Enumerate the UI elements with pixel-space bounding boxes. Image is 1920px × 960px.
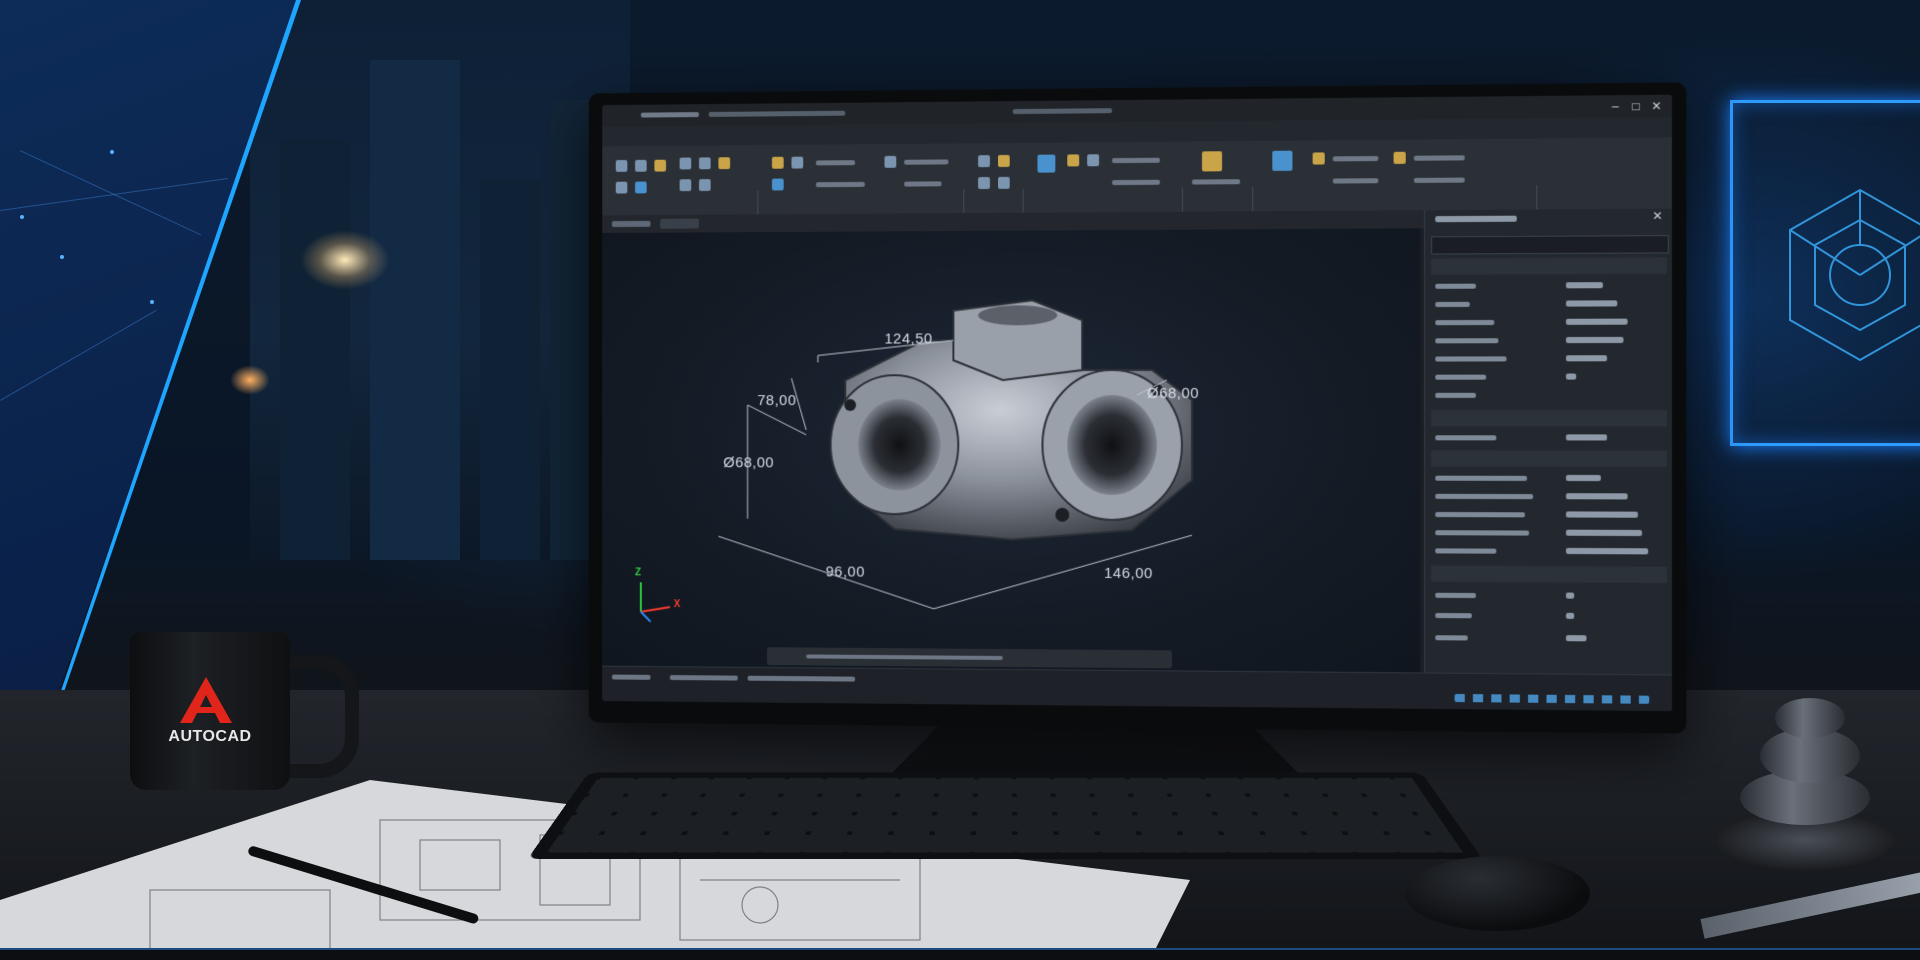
properties-palette: ✕: [1424, 208, 1672, 675]
mouse: [1405, 856, 1590, 931]
x-axis-label: X: [673, 599, 681, 611]
lamp-glow-2: [230, 365, 270, 395]
autocad-logo-icon: [180, 677, 232, 723]
network-dot: [60, 255, 64, 259]
keyboard: [527, 772, 1483, 860]
status-bar: [602, 665, 1672, 712]
network-dot: [20, 215, 24, 219]
command-line[interactable]: [767, 647, 1172, 669]
ribbon-tool-icon[interactable]: [679, 179, 692, 192]
dimension-label: Ø68,00: [1146, 384, 1200, 402]
ribbon-tool-icon[interactable]: [1201, 151, 1223, 172]
mug-brand-text: AUTOCAD: [168, 728, 252, 745]
ribbon-tool-icon[interactable]: [698, 157, 711, 170]
ucs-axis-icon: [641, 582, 670, 622]
ribbon-tool-icon[interactable]: [635, 181, 647, 194]
ribbon-tool-icon[interactable]: [978, 177, 990, 190]
bottom-accent-bar: [0, 948, 1920, 960]
ribbon-tool-icon[interactable]: [718, 157, 731, 170]
monitor: – □ ✕ 124,50 78,00 Ø68,00 Ø68,00 96,00 1…: [588, 82, 1687, 734]
drawing-viewport[interactable]: 124,50 78,00 Ø68,00 Ø68,00 96,00 146,00 …: [602, 228, 1420, 673]
ribbon-tool-icon[interactable]: [997, 176, 1010, 189]
ribbon-tool-icon[interactable]: [654, 159, 667, 172]
ribbon-tool-icon[interactable]: [1087, 154, 1100, 167]
metal-part: [1775, 698, 1845, 738]
ribbon-tool-icon[interactable]: [1037, 154, 1056, 173]
dimension-label: Ø68,00: [723, 454, 775, 472]
ribbon-tool-icon[interactable]: [615, 160, 628, 172]
properties-section[interactable]: [1431, 565, 1667, 583]
ribbon-tool-icon[interactable]: [771, 178, 784, 191]
ribbon-tool-icon[interactable]: [635, 159, 647, 172]
dimension-label: 96,00: [825, 563, 865, 581]
close-icon[interactable]: ✕: [1650, 209, 1664, 223]
maximize-icon[interactable]: □: [1629, 99, 1643, 113]
network-dot: [110, 150, 114, 154]
ribbon-tool-icon[interactable]: [1067, 154, 1080, 167]
desk-lamp-glow: [300, 230, 390, 290]
ribbon-tool-icon[interactable]: [679, 157, 692, 170]
close-icon[interactable]: ✕: [1649, 99, 1663, 113]
ribbon-tool-icon[interactable]: [791, 156, 804, 169]
minimize-icon[interactable]: –: [1608, 99, 1622, 113]
properties-section[interactable]: [1431, 410, 1667, 427]
city-window: [250, 0, 630, 560]
ribbon-tool-icon[interactable]: [997, 154, 1010, 168]
dimension-label: 146,00: [1104, 564, 1153, 583]
monitor-stand-base: [890, 725, 1300, 775]
ribbon-tool-icon[interactable]: [1393, 151, 1406, 164]
properties-section[interactable]: [1431, 257, 1667, 275]
ribbon-tool-icon[interactable]: [698, 179, 711, 191]
blueprint-wireframe: [1789, 188, 1920, 362]
part-3d-model: [602, 228, 1420, 672]
ribbon-tool-icon[interactable]: [978, 155, 990, 168]
office-scene: AUTOCAD – □ ✕ 124,50 78,00 Ø68,00 Ø68,00…: [0, 0, 1920, 960]
ribbon-tool-icon[interactable]: [884, 155, 897, 168]
autocad-window: – □ ✕ 124,50 78,00 Ø68,00 Ø68,00 96,00 1…: [602, 94, 1672, 712]
ribbon-tool-icon[interactable]: [1312, 152, 1325, 165]
dimension-label: 78,00: [757, 392, 797, 409]
ribbon-panel: [602, 137, 1672, 250]
ribbon-tool-icon[interactable]: [1272, 150, 1293, 171]
z-axis-label: Z: [635, 567, 641, 579]
network-dot: [150, 300, 154, 304]
ribbon-tool-icon[interactable]: [615, 181, 628, 194]
dimension-label: 124,50: [884, 330, 933, 348]
ribbon-tool-icon[interactable]: [771, 156, 784, 169]
properties-section[interactable]: [1431, 450, 1667, 467]
